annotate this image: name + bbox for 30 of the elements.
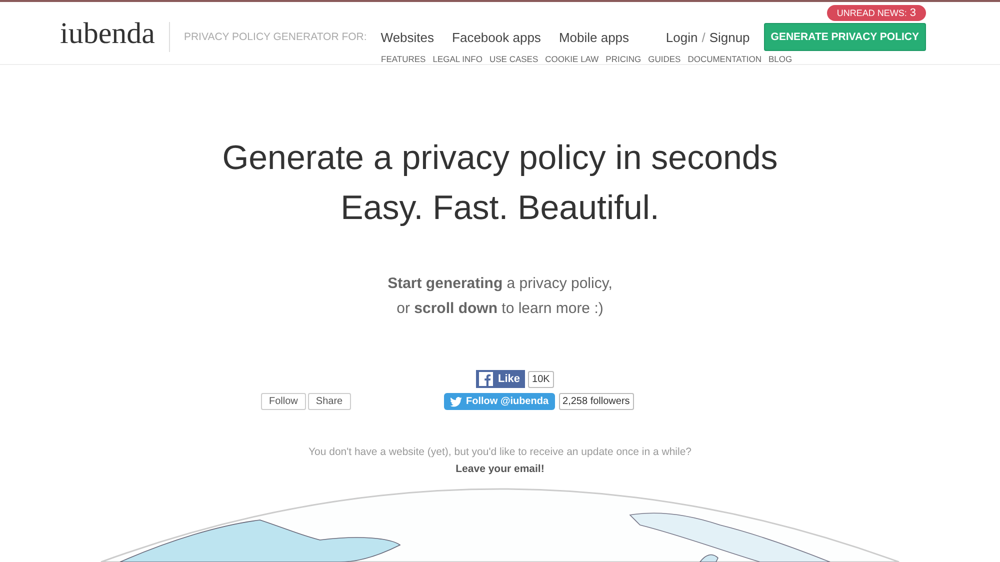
- facebook-icon: [479, 372, 493, 386]
- leave-email-link[interactable]: Leave your email!: [456, 463, 544, 475]
- nav-link[interactable]: Websites: [380, 30, 434, 44]
- news-badge[interactable]: UNREAD NEWS: 3: [826, 5, 926, 21]
- subnav-link[interactable]: GUIDES: [648, 54, 681, 64]
- followers-count: 2,258 followers: [558, 393, 634, 410]
- newsletter-text: You don't have a website (yet), but you'd like to receive an update once in a while?: [307, 445, 693, 460]
- subnav-link[interactable]: LEGAL INFO: [432, 54, 482, 64]
- like-button[interactable]: Like: [476, 370, 526, 388]
- nav-link[interactable]: Mobile apps: [558, 30, 630, 44]
- share-button[interactable]: Share: [308, 393, 351, 410]
- signup-link[interactable]: Signup: [709, 30, 750, 44]
- bird-icon: [450, 396, 462, 406]
- headline: Easy. Fast. Beautiful.: [340, 188, 660, 229]
- subnav-link[interactable]: FEATURES: [381, 54, 426, 64]
- separator: /: [702, 30, 706, 44]
- like-count: 10K: [528, 370, 554, 388]
- intro-text: or scroll down to learn more :): [396, 299, 604, 319]
- subnav-link[interactable]: COOKIE LAW: [545, 54, 599, 64]
- nav-link[interactable]: Facebook apps: [452, 30, 541, 44]
- subnav-link[interactable]: PRICING: [606, 54, 642, 64]
- logo[interactable]: iubenda: [60, 17, 155, 51]
- follow-button[interactable]: Follow: [261, 393, 306, 410]
- subnav-link[interactable]: DOCUMENTATION: [688, 54, 762, 64]
- subnav-link[interactable]: USE CASES: [489, 54, 538, 64]
- intro-text: Start generating a privacy policy,: [386, 274, 614, 294]
- login-link[interactable]: Login: [666, 30, 698, 44]
- subnav-link[interactable]: BLOG: [768, 54, 792, 64]
- headline: Generate a privacy policy in seconds: [221, 138, 779, 179]
- generator-label: PRIVACY POLICY GENERATOR FOR:: [184, 31, 367, 43]
